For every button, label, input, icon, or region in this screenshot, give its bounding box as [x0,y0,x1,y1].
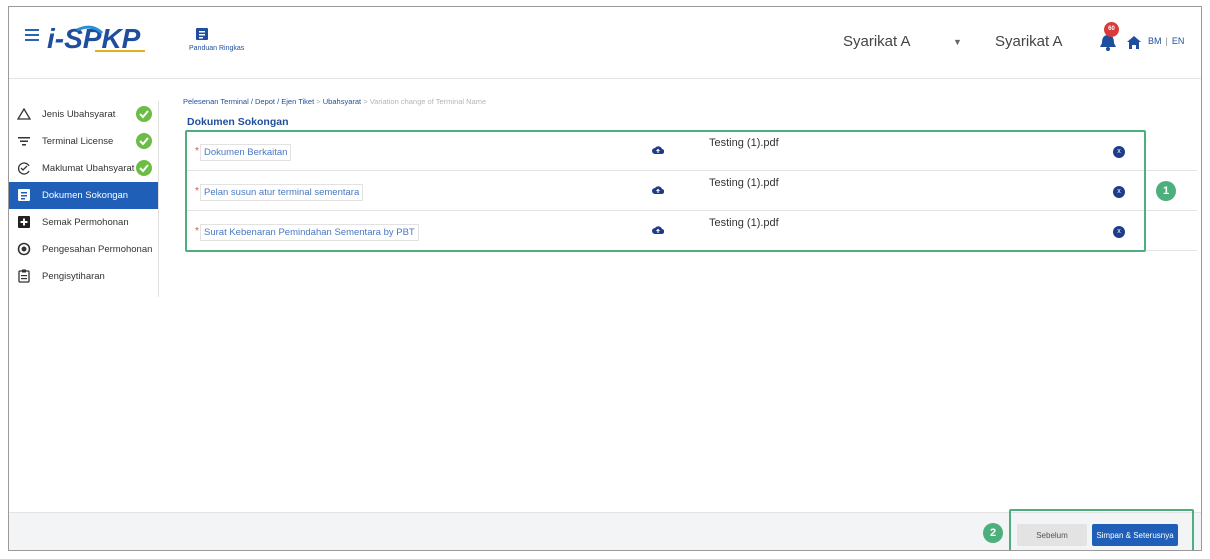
save-next-button[interactable]: Simpan & Seterusnya [1092,524,1178,546]
sidebar-item-jenis-ubahsyarat[interactable]: Jenis Ubahsyarat [9,101,158,128]
quick-guide-label: Panduan Ringkas [189,45,245,52]
sidebar-item-label: Maklumat Ubahsyarat [42,163,135,174]
breadcrumb: Pelesenan Terminal / Depot / Ejen Tiket … [183,97,486,106]
sidebar-item-label: Semak Permohonan [42,217,129,228]
required-marker: * [195,186,199,197]
previous-button[interactable]: Sebelum [1017,524,1087,546]
document-label: Surat Kebenaran Pemindahan Sementara by … [200,224,419,241]
breadcrumb-separator: > [316,97,321,106]
document-label: Pelan susun atur terminal sementara [200,184,364,201]
annotation-marker-1: 1 [1156,181,1176,201]
sidebar-item-pengesahan-permohonan[interactable]: Pengesahan Permohonan [9,236,158,263]
edit-check-icon [17,162,30,175]
check-circle-icon [136,133,152,149]
document-label: Dokumen Berkaitan [200,144,292,161]
sidebar-item-label: Jenis Ubahsyarat [42,109,116,120]
document-list-icon [18,189,30,201]
sidebar-item-label: Terminal License [42,136,114,147]
uploaded-file-name[interactable]: Testing (1).pdf [709,217,779,229]
chevron-down-icon[interactable]: ▼ [953,37,962,47]
check-circle-icon [136,160,152,176]
document-row: * Pelan susun atur terminal sementara Te… [185,171,1197,211]
clipboard-icon [18,269,30,283]
sidebar-item-label: Pengesahan Permohonan [42,244,153,255]
breadcrumb-link-ubahsyarat[interactable]: Ubahsyarat [323,97,361,106]
upload-cloud-icon[interactable] [652,184,664,196]
upload-cloud-icon[interactable] [652,224,664,236]
sidebar-item-label: Dokumen Sokongan [42,190,129,201]
document-row: * Surat Kebenaran Pemindahan Sementara b… [185,211,1197,251]
remove-file-icon[interactable]: x [1113,226,1125,238]
sidebar-item-terminal-license[interactable]: Terminal License [9,128,158,155]
uploaded-file-name[interactable]: Testing (1).pdf [709,137,779,149]
home-icon[interactable] [1127,36,1141,49]
breadcrumb-separator: > [363,97,368,106]
sidebar-item-maklumat-ubahsyarat[interactable]: Maklumat Ubahsyarat [9,155,158,182]
sidebar-item-semak-permohonan[interactable]: Semak Permohonan [9,209,158,236]
filter-icon [18,137,30,146]
app-window: i-SPKP Panduan Ringkas Syarikat A ▼ Syar… [8,6,1202,551]
section-title: Dokumen Sokongan [187,116,289,128]
verify-icon [17,242,31,256]
review-icon [18,216,30,228]
triangle-icon [17,107,31,120]
sidebar-item-label: Pengisytiharan [42,271,105,282]
breadcrumb-current: Variation change of Terminal Name [369,97,487,106]
annotation-marker-2: 2 [983,523,1003,543]
sidebar-item-dokumen-sokongan[interactable]: Dokumen Sokongan [9,182,158,209]
guide-book-icon [196,28,208,40]
lang-separator: | [1165,36,1168,46]
document-row: * Dokumen Berkaitan Testing (1).pdf x [185,131,1197,171]
ispkp-logo: i-SPKP [47,23,145,54]
sidebar-item-pengisytiharan[interactable]: Pengisytiharan [9,263,158,290]
required-marker: * [195,146,199,157]
company-selector[interactable]: Syarikat A [843,33,911,50]
uploaded-file-name[interactable]: Testing (1).pdf [709,177,779,189]
documents-table: * Dokumen Berkaitan Testing (1).pdf x * … [185,131,1197,251]
required-marker: * [195,226,199,237]
lang-en-link[interactable]: EN [1172,36,1185,46]
top-header: i-SPKP Panduan Ringkas Syarikat A ▼ Syar… [9,7,1201,79]
remove-file-icon[interactable]: x [1113,146,1125,158]
company-name: Syarikat A [995,33,1063,50]
remove-file-icon[interactable]: x [1113,186,1125,198]
step-sidebar: Jenis Ubahsyarat Terminal License Maklum… [9,101,159,297]
lang-bm-link[interactable]: BM [1148,36,1162,46]
hamburger-menu-icon[interactable] [25,29,39,41]
language-switcher: BM | EN [1148,36,1184,46]
quick-guide-link[interactable]: Panduan Ringkas [189,27,249,59]
upload-cloud-icon[interactable] [652,144,664,156]
check-circle-icon [136,106,152,122]
notification-count-badge[interactable]: 60 [1104,22,1119,37]
breadcrumb-link-pelesenan[interactable]: Pelesenan Terminal / Depot / Ejen Tiket [183,97,314,106]
